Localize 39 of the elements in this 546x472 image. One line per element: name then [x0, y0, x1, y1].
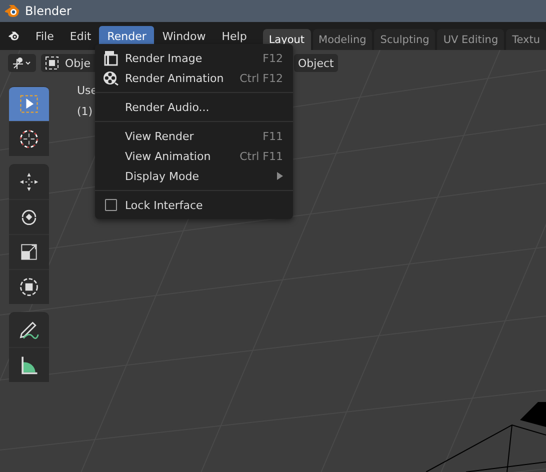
tool-button[interactable]	[9, 269, 49, 304]
select-box-icon	[45, 56, 59, 70]
gizmo-icon	[12, 56, 32, 70]
menu-item[interactable]: Help	[214, 26, 255, 46]
tool-button[interactable]	[9, 347, 49, 382]
menu-item[interactable]: Window	[154, 26, 214, 46]
select-box-icon	[18, 93, 40, 115]
tool-button[interactable]	[9, 121, 49, 156]
menu-item[interactable]: Edit	[62, 26, 100, 46]
workspace-tab[interactable]: Modeling	[312, 29, 372, 50]
move-icon	[18, 171, 40, 193]
collection-label: (1)	[77, 105, 93, 118]
workspace-tab[interactable]: Sculpting	[374, 29, 436, 50]
object-menu[interactable]: Object	[294, 54, 338, 72]
workspace-tab[interactable]: UV Editing	[437, 29, 504, 50]
transform-icon	[18, 276, 40, 298]
tool-button[interactable]	[9, 199, 49, 234]
gizmo-dropdown[interactable]	[8, 54, 36, 72]
submenu-arrow-icon	[277, 172, 283, 180]
menu-entry[interactable]: Display Mode	[95, 166, 293, 186]
menu-item[interactable]: File	[27, 26, 62, 46]
tool-button[interactable]	[9, 164, 49, 199]
checkbox[interactable]	[105, 199, 117, 211]
scale-icon	[18, 241, 40, 263]
blender-logo-icon	[4, 4, 20, 18]
menu-entry[interactable]: View Render F11	[95, 126, 293, 146]
window-title: Blender	[25, 4, 72, 18]
menu-item[interactable]: Render	[99, 26, 154, 46]
menu-entry[interactable]: Lock Interface	[95, 195, 293, 215]
tool-button[interactable]	[9, 312, 49, 347]
menu-entry[interactable]: Render Audio...	[95, 97, 293, 117]
menu-entry[interactable]: View Animation Ctrl F11	[95, 146, 293, 166]
film-reel-icon	[103, 70, 119, 86]
tool-button[interactable]	[9, 234, 49, 269]
cursor-icon	[18, 128, 40, 150]
tool-button[interactable]	[9, 86, 49, 121]
blender-logo-icon[interactable]	[8, 29, 20, 43]
pencil-icon	[18, 319, 40, 341]
workspace-tab[interactable]: Textu	[506, 29, 546, 50]
